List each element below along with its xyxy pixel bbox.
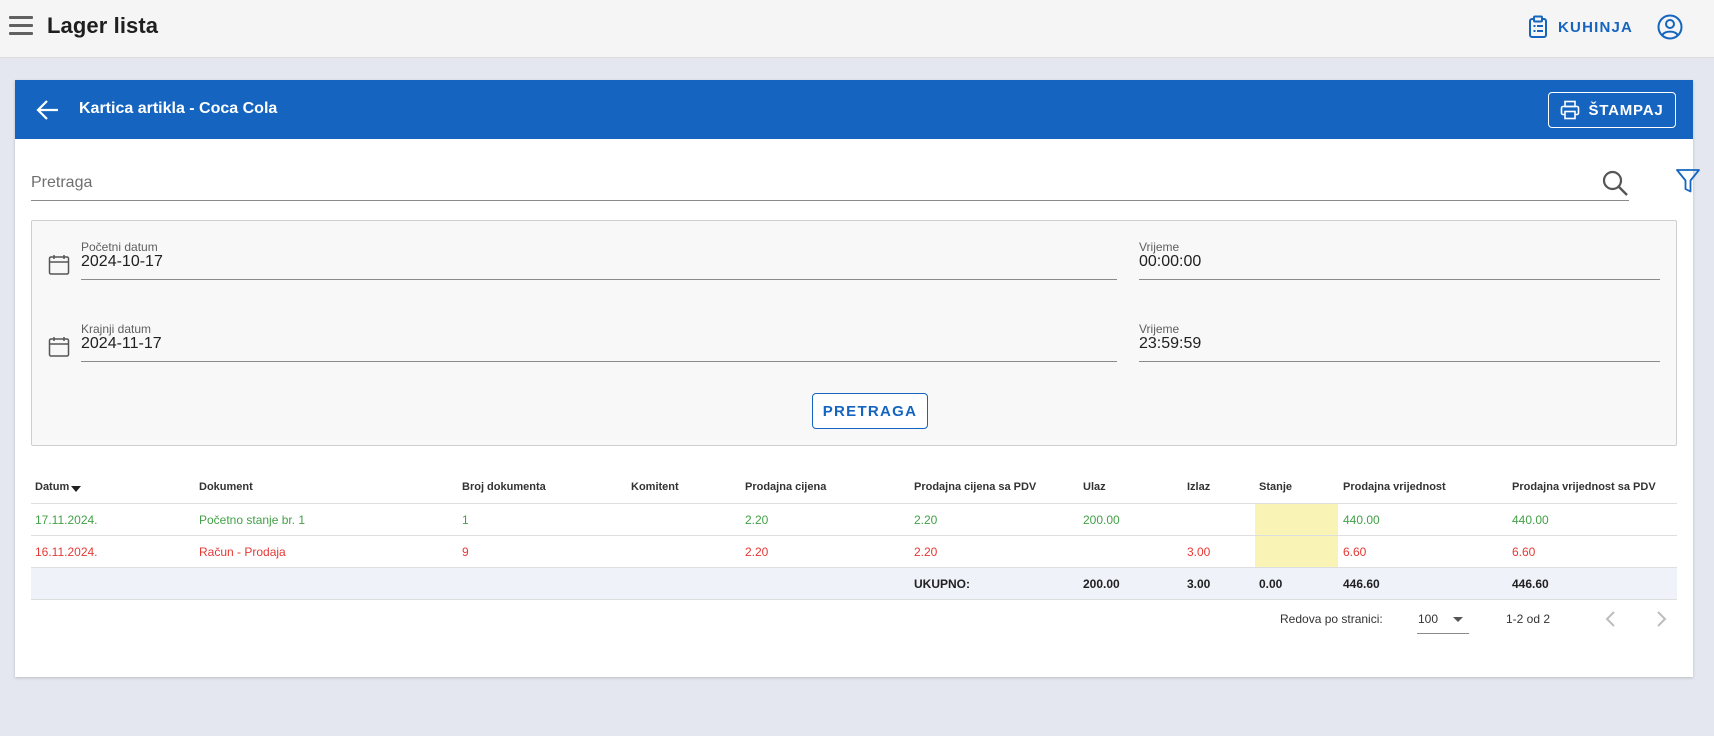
clipboard-list-icon (1529, 15, 1547, 38)
pagination-range: 1-2 od 2 (1506, 612, 1551, 626)
totals-row: UKUPNO: 200.00 3.00 0.00 446.60 446.60 (31, 568, 1677, 600)
total-stanje: 0.00 (1259, 577, 1283, 591)
article-card: Kartica artikla - Coca Cola ŠTAMPAJ Poče… (15, 80, 1700, 677)
arrow-back-icon[interactable] (35, 97, 61, 123)
print-button-label: ŠTAMPAJ (1588, 101, 1664, 119)
cell-prodajna-vrijednost-pdv: 6.60 (1512, 545, 1536, 559)
column-header-izlaz[interactable]: Izlaz (1187, 472, 1210, 502)
start-date-label: Početni datum (81, 240, 158, 254)
end-time-value[interactable]: 23:59:59 (1139, 335, 1201, 359)
pagination: Redova po stranici: 100 1-2 od 2 (15, 600, 1693, 640)
search-button[interactable]: PRETRAGA (812, 393, 928, 429)
total-izlaz: 3.00 (1187, 577, 1211, 591)
sort-descending-icon[interactable] (71, 486, 82, 492)
printer-icon (1561, 100, 1580, 120)
cell-dokument: Početno stanje br. 1 (199, 513, 306, 527)
cell-datum: 16.11.2024. (35, 545, 98, 559)
date-filter-panel: Početni datum 2024-10-17 Vrijeme 00:00:0… (31, 220, 1677, 446)
cell-prodajna-vrijednost-pdv: 440.00 (1512, 513, 1549, 527)
end-time-field[interactable]: Vrijeme 23:59:59 (1139, 322, 1660, 364)
table-row[interactable]: 17.11.2024. Početno stanje br. 1 1 2.20 … (31, 504, 1677, 536)
cell-broj-dokumenta: 1 (462, 513, 469, 527)
end-time-label: Vrijeme (1139, 322, 1180, 336)
stanje-highlight-cell (1255, 504, 1338, 535)
search-icon[interactable] (1601, 169, 1629, 197)
hamburger-menu-icon[interactable] (9, 16, 33, 36)
chevron-left-icon[interactable] (1600, 608, 1622, 630)
page-title: Lager lista (47, 13, 159, 38)
column-header-komitent[interactable]: Komitent (631, 472, 679, 502)
cell-dokument: Račun - Prodaja (199, 545, 286, 559)
search-input[interactable] (31, 168, 1571, 198)
table-row[interactable]: 16.11.2024. Račun - Prodaja 9 2.20 2.20 … (31, 536, 1677, 568)
column-header-prodajna-cijena-pdv[interactable]: Prodajna cijena sa PDV (914, 472, 1036, 502)
cell-prodajna-cijena-pdv: 2.20 (914, 513, 938, 527)
chevron-right-icon[interactable] (1650, 608, 1672, 630)
calendar-icon[interactable] (48, 254, 70, 276)
rows-per-page-select[interactable]: 100 (1417, 604, 1469, 634)
cell-prodajna-cijena: 2.20 (745, 513, 769, 527)
search-field (31, 168, 1629, 201)
filter-icon[interactable] (1675, 167, 1701, 195)
start-date-field[interactable]: Početni datum 2024-10-17 (81, 240, 1117, 282)
total-ulaz: 200.00 (1083, 577, 1120, 591)
calendar-icon[interactable] (48, 336, 70, 358)
cell-prodajna-vrijednost: 440.00 (1343, 513, 1380, 527)
account-circle-icon[interactable] (1657, 14, 1683, 40)
total-prodajna-vrijednost: 446.60 (1343, 577, 1380, 591)
cell-prodajna-vrijednost: 6.60 (1343, 545, 1367, 559)
kitchen-button-label: KUHINJA (1558, 18, 1634, 36)
top-app-bar: Lager lista KUHINJA (0, 0, 1714, 58)
cell-ulaz: 200.00 (1083, 513, 1120, 527)
column-header-broj-dokumenta[interactable]: Broj dokumenta (462, 472, 546, 502)
cell-broj-dokumenta: 9 (462, 545, 469, 559)
column-header-ulaz[interactable]: Ulaz (1083, 472, 1106, 502)
total-prodajna-vrijednost-pdv: 446.60 (1512, 577, 1549, 591)
rows-per-page-label: Redova po stranici: (1280, 612, 1383, 626)
start-date-value[interactable]: 2024-10-17 (81, 253, 163, 277)
rows-per-page-value: 100 (1418, 612, 1439, 626)
column-header-datum[interactable]: Datum (35, 472, 82, 502)
column-header-dokument[interactable]: Dokument (199, 472, 253, 502)
start-time-field[interactable]: Vrijeme 00:00:00 (1139, 240, 1660, 282)
column-header-prodajna-vrijednost[interactable]: Prodajna vrijednost (1343, 472, 1446, 502)
print-button[interactable]: ŠTAMPAJ (1548, 92, 1676, 128)
article-history-table: Datum Dokument Broj dokumenta Komitent P… (31, 472, 1677, 600)
kitchen-button[interactable]: KUHINJA (1528, 12, 1633, 42)
end-date-value[interactable]: 2024-11-17 (81, 335, 162, 359)
cell-prodajna-cijena: 2.20 (745, 545, 769, 559)
dropdown-arrow-icon (1453, 617, 1463, 622)
card-header: Kartica artikla - Coca Cola ŠTAMPAJ (15, 80, 1693, 139)
stanje-highlight-cell (1255, 536, 1338, 567)
column-header-stanje[interactable]: Stanje (1259, 472, 1292, 502)
column-header-prodajna-cijena[interactable]: Prodajna cijena (745, 472, 826, 502)
column-header-prodajna-vrijednost-pdv[interactable]: Prodajna vrijednost sa PDV (1512, 472, 1656, 502)
end-date-label: Krajnji datum (81, 322, 152, 336)
table-header-row: Datum Dokument Broj dokumenta Komitent P… (31, 472, 1677, 504)
start-time-value[interactable]: 00:00:00 (1139, 253, 1201, 277)
cell-datum: 17.11.2024. (35, 513, 98, 527)
end-date-field[interactable]: Krajnji datum 2024-11-17 (81, 322, 1117, 364)
card-title: Kartica artikla - Coca Cola (79, 100, 278, 117)
cell-prodajna-cijena-pdv: 2.20 (914, 545, 938, 559)
start-time-label: Vrijeme (1139, 240, 1180, 254)
cell-izlaz: 3.00 (1187, 545, 1211, 559)
totals-label: UKUPNO: (914, 577, 970, 591)
